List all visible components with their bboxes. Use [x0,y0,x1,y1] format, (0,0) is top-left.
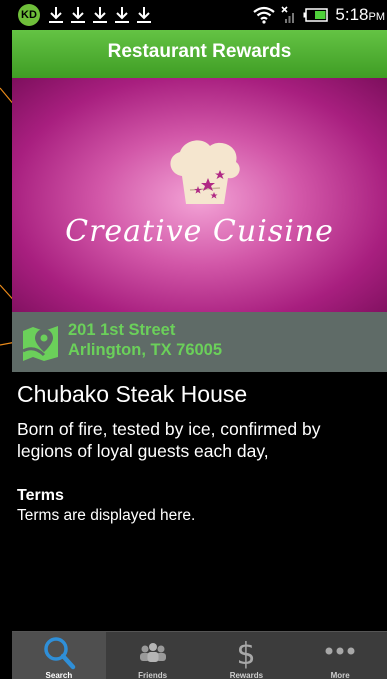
description-line-2: legions of loyal guests each day, [17,441,269,461]
friends-icon [139,643,166,662]
brand-logo-text: Creative Cuisine [65,214,334,249]
terms-text: Terms are displayed here. [17,507,196,524]
tab-label: Friends [138,671,168,679]
address-bar[interactable]: 201 1st Street Arlington, TX 76005 [12,312,387,372]
restaurant-name: Chubako Steak House [17,381,248,407]
dollar-icon: $ [237,637,256,670]
download-icon [137,7,151,23]
bottom-tab-bar: Search Friends $ Rewards More [12,631,387,679]
download-icon [71,7,85,23]
wifi-icon [253,6,276,24]
app-badge-icon: KD [18,4,40,26]
tab-label: More [330,671,350,679]
more-icon [325,647,355,655]
restaurant-description: Born of fire, tested by ice, confirmed b… [17,418,387,462]
tab-label: Search [45,671,73,679]
tab-label: Rewards [229,671,264,679]
status-bar: KD 5:18PM [12,0,387,30]
address-text: 201 1st Street Arlington, TX 76005 [68,320,222,360]
download-icon [49,7,63,23]
address-line-2: Arlington, TX 76005 [68,341,223,359]
download-icon [93,7,107,23]
clock: 5:18PM [335,5,385,24]
description-line-1: Born of fire, tested by ice, confirmed b… [17,419,321,439]
tab-more[interactable]: More [293,632,387,679]
title-bar: Restaurant Rewards [12,30,387,78]
page-title: Restaurant Rewards [107,41,292,62]
address-line-1: 201 1st Street [68,321,176,339]
tab-rewards[interactable]: $ Rewards [200,632,294,679]
svg-text:$: $ [237,637,256,670]
phone-screen: KD 5:18PM Restaurant Rewards Creative Cu… [12,0,387,679]
search-icon [44,637,76,670]
restaurant-banner: Creative Cuisine [12,78,387,312]
download-icon [115,7,129,23]
battery-icon [303,8,329,22]
terms-heading: Terms [17,487,64,504]
no-signal-icon [281,6,295,23]
chef-hat-icon [170,140,240,204]
tab-friends[interactable]: Friends [106,632,200,679]
map-pin-icon [22,326,58,361]
tab-search[interactable]: Search [12,632,106,679]
